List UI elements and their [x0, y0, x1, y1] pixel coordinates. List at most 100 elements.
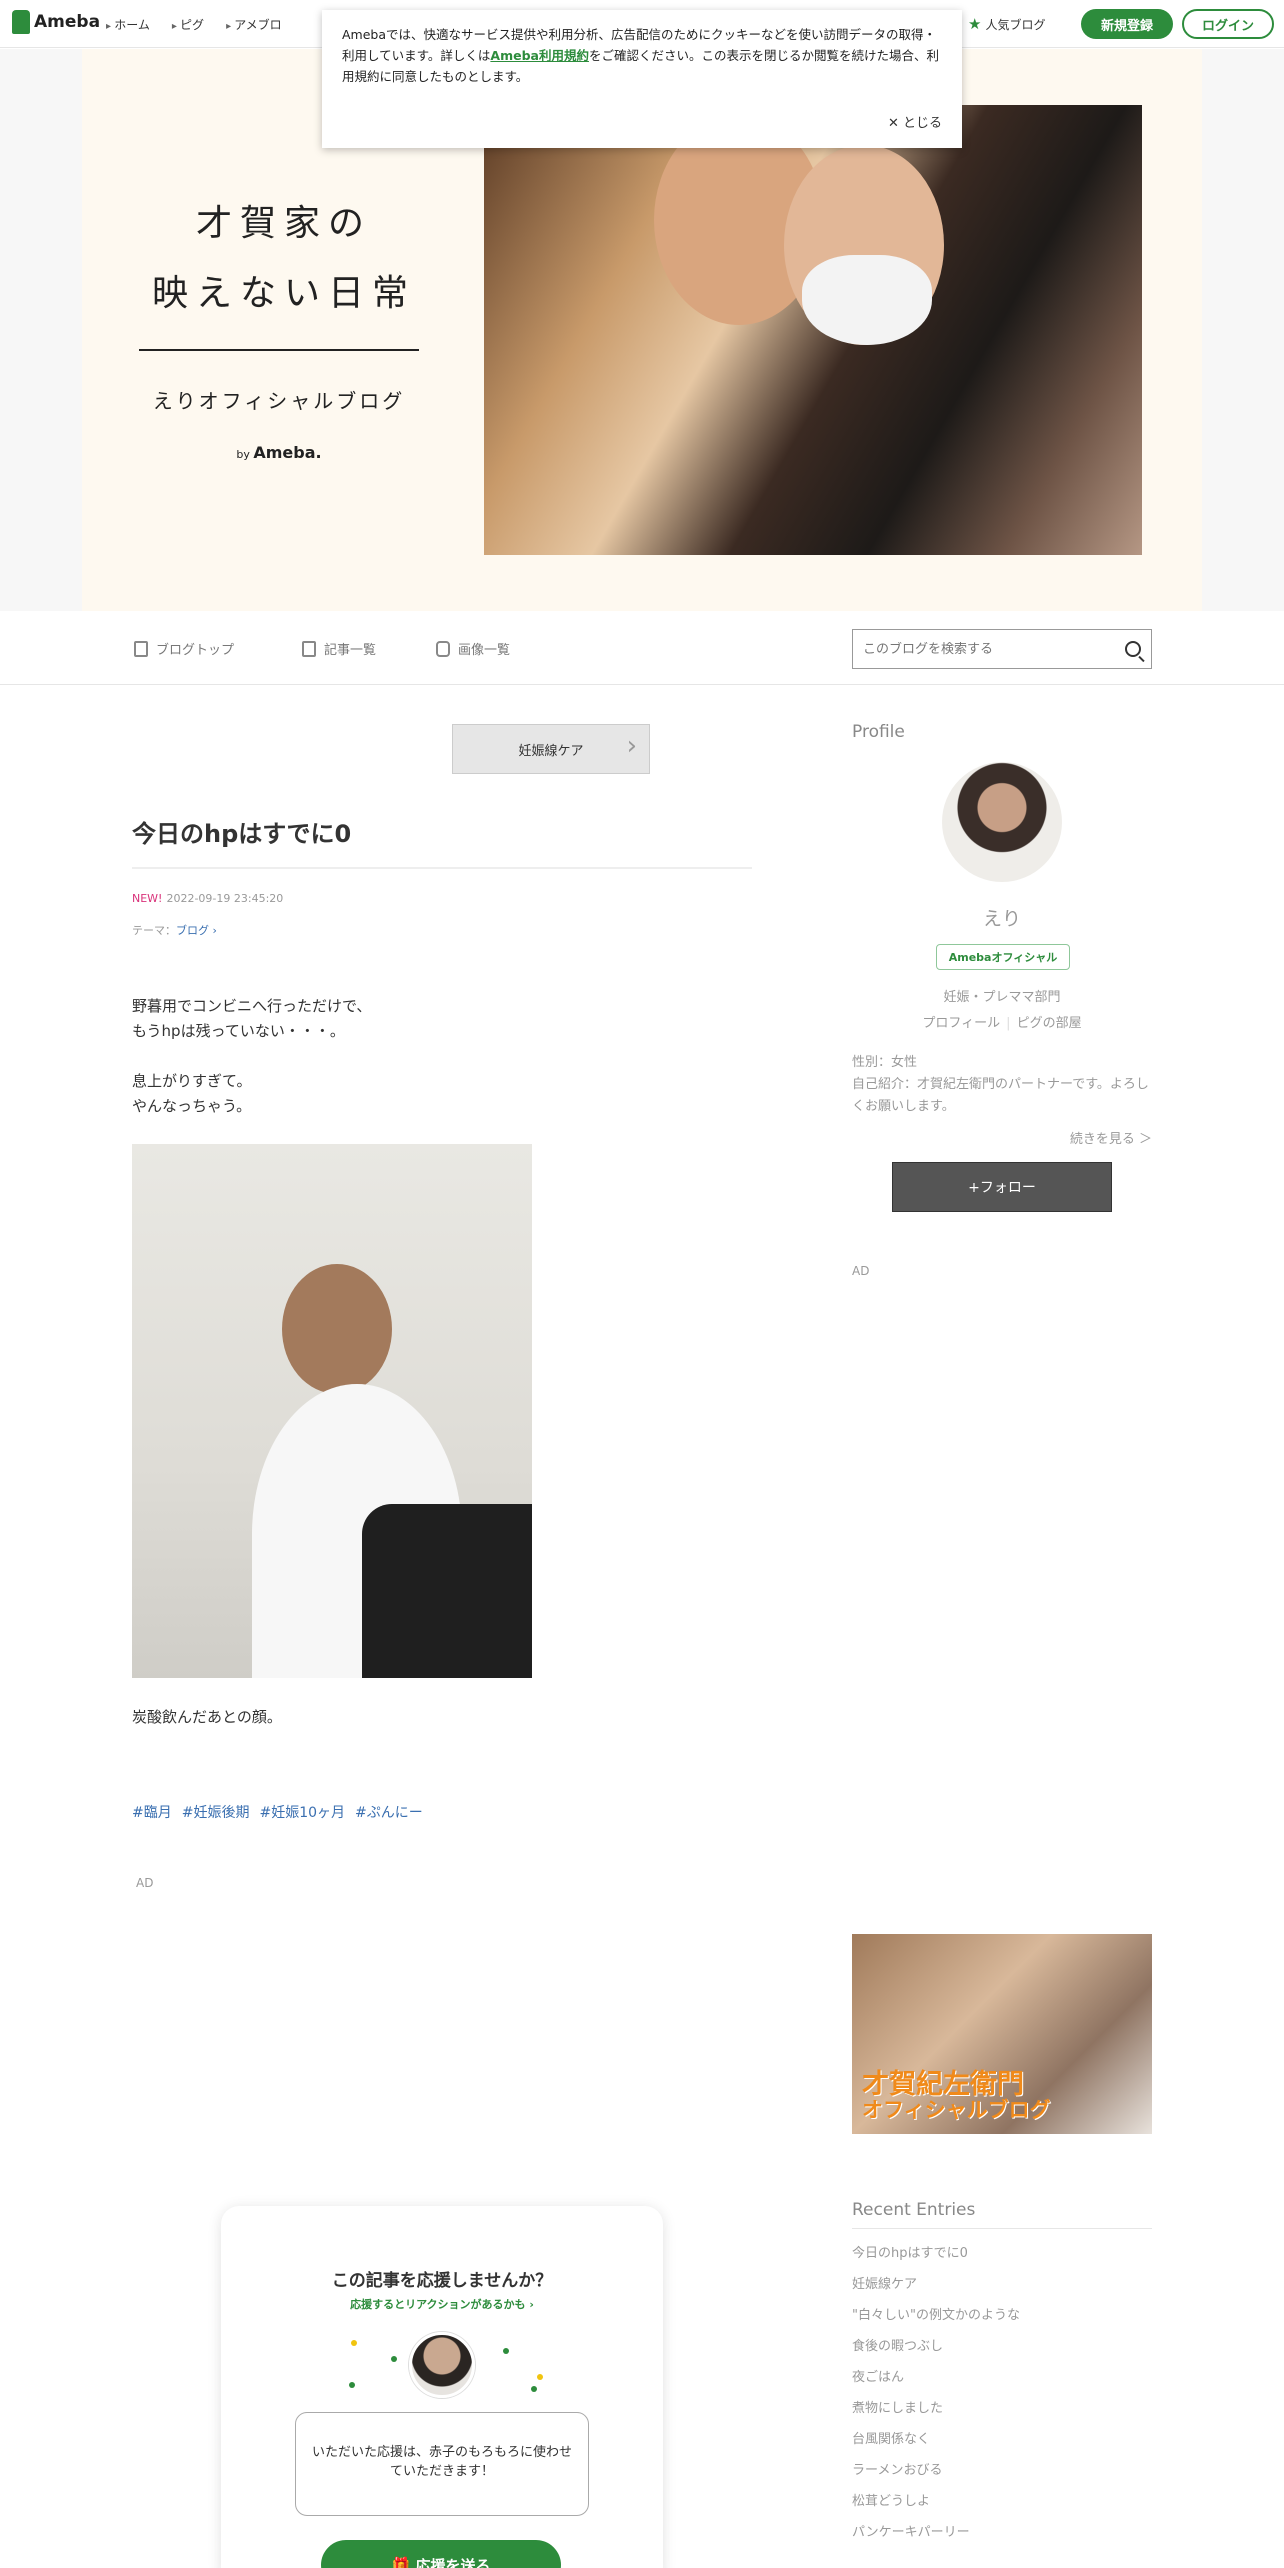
recent-entry[interactable]: 食後の暇つぶし [852, 2335, 1020, 2366]
nav-blog-top-label: ブログトップ [156, 643, 235, 658]
hashtag[interactable]: #妊娠後期 [182, 1802, 250, 1822]
profile-name[interactable]: えり [852, 904, 1152, 931]
blog-nav: ブログトップ 記事一覧 画像一覧 [0, 611, 1284, 685]
article-photo[interactable] [132, 1144, 532, 1678]
photo-caption: 炭酸飲んだあとの顔。 [132, 1708, 282, 1726]
recent-entry[interactable]: 煮物にしました [852, 2397, 1020, 2428]
nav-ameblo[interactable]: アメブロ [226, 16, 281, 33]
ameba-brand: Ameba. [253, 443, 322, 462]
official-blog-banner[interactable]: 才賀紀左衛門 オフィシャルブログ [852, 1934, 1152, 2134]
article-date: NEW! 2022-09-19 23:45:20 [132, 892, 283, 905]
support-avatar [409, 2332, 475, 2398]
recent-entry[interactable]: "白々しい"の例文かのような [852, 2304, 1020, 2335]
sidebar-ad-label: AD [852, 1264, 870, 1278]
nav-pig[interactable]: ピグ [172, 16, 204, 33]
recent-entry[interactable]: 松茸どうしよ [852, 2490, 1020, 2521]
profile-heading: Profile [852, 722, 905, 742]
article-title[interactable]: 今日のhpはすでに0 [132, 814, 752, 869]
recent-entry[interactable]: 妊娠線ケア [852, 2273, 1020, 2304]
hashtag[interactable]: #臨月 [132, 1802, 172, 1822]
nav-entry-list-label: 記事一覧 [324, 643, 377, 658]
hashtag[interactable]: #妊娠10ヶ月 [259, 1802, 345, 1822]
body-line: 息上がりすぎて。 [132, 1072, 252, 1090]
recent-entry[interactable]: パンケーキパーリー [852, 2521, 1020, 2552]
login-button[interactable]: ログイン [1182, 9, 1274, 39]
confetti-icon [531, 2386, 537, 2392]
ameba-logo[interactable]: Ameba [12, 10, 100, 34]
ameba-logo-text: Ameba [34, 12, 101, 32]
hashtags: #臨月 #妊娠後期 #妊娠10ヶ月 #ぷんにー [132, 1802, 423, 1822]
recent-entries-heading: Recent Entries [852, 2200, 1152, 2229]
profile-info: 性別：女性 自己紹介：才賀紀左衛門のパートナーです。よろしくお願いします。 [852, 1052, 1152, 1118]
confetti-icon [503, 2348, 509, 2354]
blog-title-line2: 映えない日常 [151, 273, 416, 314]
header-photo [484, 105, 1142, 555]
terms-link[interactable]: Ameba利用規約 [490, 48, 589, 63]
gift-icon: 🎁 [391, 2556, 416, 2568]
search-icon[interactable] [1125, 641, 1141, 657]
popular-blog-link[interactable]: ★ 人気ブログ [968, 15, 1045, 33]
hashtag[interactable]: #ぷんにー [355, 1802, 423, 1822]
article-theme: テーマ：ブログ › [132, 922, 217, 938]
theme-label: テーマ： [132, 924, 176, 937]
photo-head [282, 1264, 392, 1394]
support-title: この記事を応援しませんか？ [331, 2271, 553, 2291]
nav-image-list-label: 画像一覧 [458, 643, 511, 658]
prev-entry-button[interactable]: 妊娠線ケア [452, 724, 650, 774]
recent-entries-list: 今日のhpはすでに0 妊娠線ケア "白々しい"の例文かのような 食後の暇つぶし … [852, 2242, 1020, 2552]
confetti-icon [391, 2356, 397, 2362]
ad-label: AD [136, 1876, 154, 1890]
blog-title-line1: 才賀家の [195, 203, 372, 244]
profile-gender: 性別：女性 [852, 1055, 918, 1070]
register-button[interactable]: 新規登録 [1081, 9, 1173, 39]
recent-entry[interactable]: ラーメンおびる [852, 2459, 1020, 2490]
cookie-close-button[interactable]: ✕ とじる [888, 112, 942, 131]
recent-entry[interactable]: 台風関係なく [852, 2428, 1020, 2459]
support-message: いただいた応援は、赤子のもろもろに使わせていただきます！ [295, 2412, 589, 2516]
nav-image-list[interactable]: 画像一覧 [436, 639, 510, 658]
official-badge: Amebaオフィシャル [936, 944, 1070, 970]
nav-home[interactable]: ホーム [106, 16, 150, 33]
by-label: by [236, 448, 250, 461]
star-icon: ★ [968, 15, 982, 33]
send-support-button[interactable]: 🎁 応援を送る [321, 2540, 561, 2568]
title-divider [139, 349, 419, 351]
body-line: もうhpは残っていない・・・。 [132, 1022, 345, 1040]
body-line: やんなっちゃう。 [132, 1097, 252, 1115]
cookie-consent-dialog: Amebaでは、快適なサービス提供や利用分析、広告配信のためにクッキーなどを使い… [322, 10, 962, 148]
by-ameba: by Ameba. [139, 443, 419, 462]
body-line: 野暮用でコンビニへ行っただけで、 [132, 997, 372, 1015]
ameba-mascot-icon [12, 10, 30, 34]
confetti-icon [349, 2382, 355, 2388]
profile-avatar[interactable] [942, 762, 1062, 882]
blog-search-input[interactable] [863, 641, 1125, 657]
profile-link[interactable]: プロフィール [922, 1016, 1000, 1031]
article-body: 野暮用でコンビニへ行っただけで、 もうhpは残っていない・・・。 息上がりすぎて… [132, 994, 371, 1144]
new-badge: NEW! [132, 892, 163, 905]
profile-links: プロフィール | ピグの部屋 [852, 1012, 1152, 1031]
popular-blog-label: 人気ブログ [985, 17, 1046, 32]
recent-entry[interactable]: 夜ごはん [852, 2366, 1020, 2397]
date-text: 2022-09-19 23:45:20 [166, 892, 284, 905]
pig-room-link[interactable]: ピグの部屋 [1017, 1016, 1082, 1031]
send-support-label: 応援を送る [415, 2556, 491, 2568]
follow-button[interactable]: +フォロー [892, 1162, 1112, 1212]
profile-intro: 自己紹介：才賀紀左衛門のパートナーです。よろしくお願いします。 [852, 1077, 1149, 1114]
nav-blog-top[interactable]: ブログトップ [134, 639, 234, 658]
cookie-text: Amebaでは、快適なサービス提供や利用分析、広告配信のためにクッキーなどを使い… [342, 24, 942, 87]
theme-link[interactable]: ブログ › [176, 924, 217, 937]
blog-subtitle: えりオフィシャルブログ [152, 389, 406, 413]
support-card: この記事を応援しませんか？ 応援するとリアクションがあるかも › いただいた応援… [221, 2206, 663, 2568]
copy-icon [302, 640, 316, 657]
read-more-link[interactable]: 続きを見る ＞ [1070, 1128, 1152, 1147]
link-separator: | [1006, 1016, 1011, 1031]
blog-search [852, 629, 1152, 669]
recent-entry[interactable]: 今日のhpはすでに0 [852, 2242, 1020, 2273]
blog-title: 才賀家の 映えない日常 [144, 189, 424, 329]
photo-face-mask [802, 255, 932, 345]
nav-entry-list[interactable]: 記事一覧 [302, 639, 376, 658]
confetti-icon [537, 2374, 543, 2380]
profile-category[interactable]: 妊娠・プレママ部門 [852, 986, 1152, 1005]
support-subtitle-link[interactable]: 応援するとリアクションがあるかも › [221, 2296, 663, 2312]
photo-chair [362, 1504, 532, 1678]
